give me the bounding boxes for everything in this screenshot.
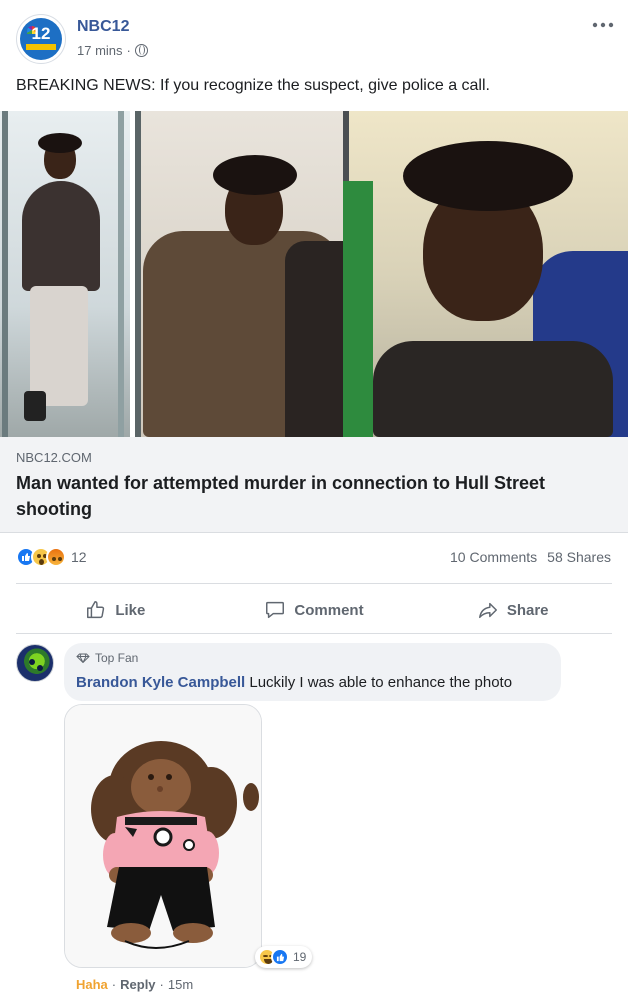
avatar-banner [26,44,56,50]
suspect-photo-3 [343,111,628,437]
post-actions: Like Comment Share [16,590,612,630]
link-preview-image[interactable] [0,111,628,437]
reaction-count: 12 [71,549,87,565]
post-header: 12 NBC12 17 mins · [0,0,628,70]
more-options-button[interactable] [592,12,614,35]
divider [16,583,612,584]
comment-icon [266,601,285,619]
angry-icon [46,547,66,567]
diamond-icon [76,653,90,663]
page-name[interactable]: NBC12 [77,18,129,36]
like-icon [271,948,289,966]
comment-author[interactable]: Brandon Kyle Campbell [76,674,245,691]
more-horizontal-icon [592,22,614,28]
separator: · [159,977,164,992]
post-meta: 17 mins · [77,43,148,58]
comment-actions: Haha · Reply · 15m [76,977,193,992]
comment-body: Brandon Kyle Campbell Luckily I was able… [76,674,512,691]
comment-button[interactable]: Comment [215,590,414,630]
share-arrow-icon [478,602,497,619]
suspect-photo-1 [0,111,130,437]
share-label: Share [506,601,549,619]
top-fan-badge: Top Fan [76,651,138,665]
comments-shares: 10 Comments 58 Shares [450,549,611,565]
comment-bubble: Top Fan Brandon Kyle Campbell Luckily I … [64,643,561,701]
shares-count[interactable]: 58 Shares [547,549,611,565]
link-domain: NBC12.COM [16,450,92,465]
page-avatar[interactable]: 12 [16,14,66,64]
comment-image[interactable] [64,704,262,968]
link-headline[interactable]: Man wanted for attempted murder in conne… [16,470,616,522]
comment-reaction-count: 19 [293,950,307,964]
comment-text: Luckily I was able to enhance the photo [249,674,513,691]
comment-time[interactable]: 15m [168,977,193,992]
divider [16,633,612,634]
post-text: BREAKING NEWS: If you recognize the susp… [16,77,490,94]
haha-reaction-link[interactable]: Haha [76,977,108,992]
avatar-text: 12 [31,24,51,43]
post-time[interactable]: 17 mins [77,43,123,58]
reply-link[interactable]: Reply [120,977,155,992]
post-stats: 12 10 Comments 58 Shares [0,540,628,576]
nbc-logo-icon: 12 [20,18,62,60]
like-button[interactable]: Like [16,590,215,630]
comments-count[interactable]: 10 Comments [450,549,537,565]
commenter-avatar[interactable] [16,644,54,682]
like-label: Like [115,601,146,619]
suspect-photo-2 [135,111,343,437]
share-button[interactable]: Share [413,590,612,630]
comment-reactions[interactable]: 19 [255,946,313,968]
comment: Top Fan Brandon Kyle Campbell Luckily I … [0,636,628,1004]
comment-label: Comment [294,601,364,619]
reaction-summary[interactable]: 12 [16,547,87,567]
doll-photo [65,705,261,967]
globe-icon [134,44,148,57]
separator: · [111,977,117,992]
thumbs-up-icon [87,601,105,619]
meta-separator: · [126,43,131,58]
link-caption[interactable]: NBC12.COM Man wanted for attempted murde… [0,437,628,533]
top-fan-label: Top Fan [95,651,139,665]
